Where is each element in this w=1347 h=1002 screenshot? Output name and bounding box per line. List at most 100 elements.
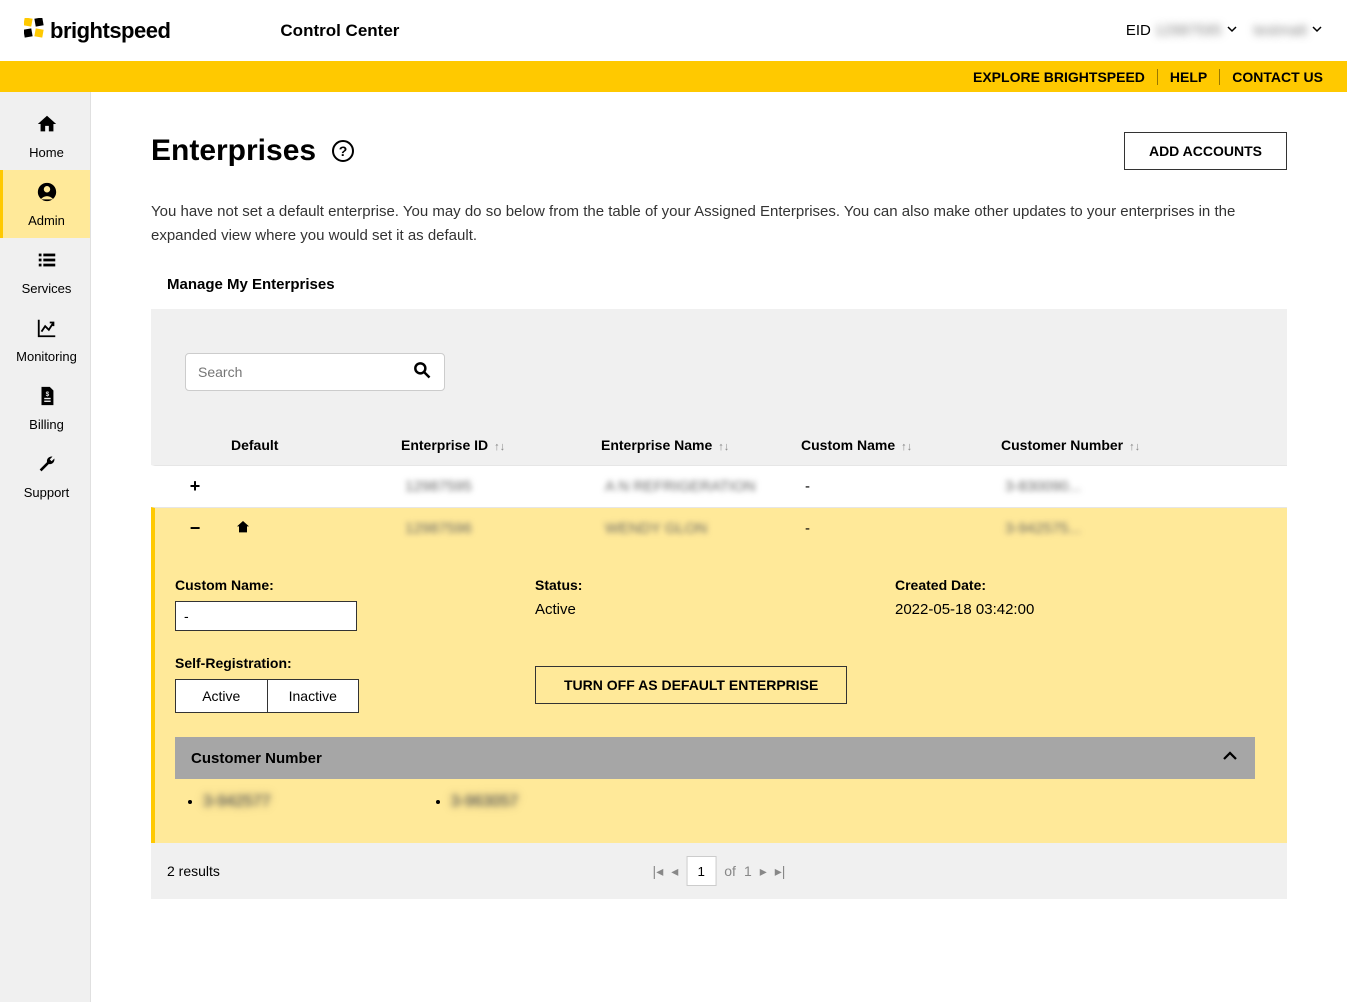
help-link[interactable]: HELP [1170, 69, 1207, 85]
column-enterprise-id[interactable]: Enterprise ID↑↓ [401, 437, 601, 453]
add-accounts-button[interactable]: ADD ACCOUNTS [1124, 132, 1287, 170]
logo-icon [24, 18, 44, 43]
top-nav-bar: EXPLORE BRIGHTSPEED HELP CONTACT US [0, 61, 1347, 92]
sidebar-item-support[interactable]: Support [0, 442, 90, 510]
cell-customer-number: 3-942575... [1005, 520, 1081, 537]
app-title: Control Center [280, 21, 399, 41]
turn-off-default-button[interactable]: TURN OFF AS DEFAULT ENTERPRISE [535, 666, 847, 704]
table-footer: 2 results |◂ ◂ of 1 ▸ ▸| [151, 843, 1287, 899]
divider [1219, 69, 1220, 85]
cell-enterprise-name: A N REFRIGERATION [605, 478, 756, 495]
sort-icon: ↑↓ [718, 441, 729, 453]
next-page-button[interactable]: ▸ [760, 863, 767, 880]
user-circle-icon [36, 181, 58, 209]
sidebar-item-monitoring[interactable]: Monitoring [0, 306, 90, 374]
created-label: Created Date: [895, 577, 1255, 593]
status-value: Active [535, 601, 855, 618]
chevron-down-icon [1226, 22, 1238, 39]
customer-number-accordion[interactable]: Customer Number [175, 737, 1255, 779]
sort-icon: ↑↓ [901, 441, 912, 453]
custom-name-label: Custom Name: [175, 577, 495, 593]
eid-dropdown[interactable]: EID 12987595 [1126, 22, 1238, 39]
default-home-icon [235, 522, 251, 539]
self-reg-label: Self-Registration: [175, 655, 495, 671]
chart-icon [36, 317, 58, 345]
page-input[interactable] [686, 856, 716, 886]
username: testmatt [1254, 22, 1307, 39]
last-page-button[interactable]: ▸| [775, 863, 786, 880]
expanded-panel: Custom Name: Self-Registration: Active I… [151, 549, 1287, 843]
brand-logo[interactable]: brightspeed [24, 18, 170, 44]
self-reg-toggle: Active Inactive [175, 679, 359, 713]
sidebar-item-admin[interactable]: Admin [0, 170, 90, 238]
total-pages: 1 [744, 863, 752, 879]
cell-enterprise-name: WENDY GLON [605, 520, 707, 537]
column-custom-name[interactable]: Custom Name↑↓ [801, 437, 1001, 453]
wrench-icon [36, 453, 58, 481]
top-header: brightspeed Control Center EID 12987595 … [0, 0, 1347, 61]
main-content: Enterprises ? ADD ACCOUNTS You have not … [91, 92, 1347, 1002]
enterprises-table: Default Enterprise ID↑↓ Enterprise Name↑… [151, 425, 1287, 899]
expand-button[interactable]: + [190, 476, 201, 496]
section-title: Manage My Enterprises [167, 276, 1287, 293]
search-input[interactable] [198, 364, 412, 380]
customer-number-item: 3-963057 [451, 793, 519, 810]
self-reg-inactive-button[interactable]: Inactive [268, 680, 359, 712]
collapse-button[interactable]: − [190, 518, 201, 538]
sidebar-item-home[interactable]: Home [0, 102, 90, 170]
pagination: |◂ ◂ of 1 ▸ ▸| [653, 856, 786, 886]
status-label: Status: [535, 577, 855, 593]
self-reg-active-button[interactable]: Active [176, 680, 268, 712]
chevron-up-icon [1221, 747, 1239, 769]
custom-name-input[interactable] [175, 601, 357, 631]
user-dropdown[interactable]: testmatt [1254, 22, 1323, 39]
brand-name: brightspeed [50, 18, 170, 44]
customer-number-item: 3-942577 [203, 793, 271, 810]
contact-link[interactable]: CONTACT US [1232, 69, 1323, 85]
column-customer-number[interactable]: Customer Number↑↓ [1001, 437, 1287, 453]
cell-enterprise-id: 12987595 [405, 478, 472, 495]
customer-number-header: Customer Number [191, 750, 322, 767]
sidebar-item-services[interactable]: Services [0, 238, 90, 306]
home-icon [36, 113, 58, 141]
cell-customer-number: 3-830090... [1005, 478, 1081, 495]
svg-text:$: $ [45, 391, 49, 398]
column-default[interactable]: Default [231, 437, 401, 453]
table-header: Default Enterprise ID↑↓ Enterprise Name↑… [151, 425, 1287, 465]
search-icon[interactable] [412, 360, 432, 385]
eid-value: 12987595 [1155, 22, 1222, 39]
cell-custom-name: - [805, 520, 810, 537]
divider [1157, 69, 1158, 85]
help-icon[interactable]: ? [332, 140, 354, 162]
page-description: You have not set a default enterprise. Y… [151, 200, 1287, 248]
sidebar-item-label: Support [24, 485, 70, 500]
eid-label: EID [1126, 22, 1151, 39]
cell-custom-name: - [805, 478, 810, 495]
sidebar-item-label: Services [22, 281, 72, 296]
prev-page-button[interactable]: ◂ [671, 863, 678, 880]
search-box[interactable] [185, 353, 445, 391]
first-page-button[interactable]: |◂ [653, 863, 664, 880]
sidebar-item-label: Monitoring [16, 349, 77, 364]
chevron-down-icon [1311, 22, 1323, 39]
results-count: 2 results [167, 863, 220, 879]
cell-enterprise-id: 12987596 [405, 520, 472, 537]
table-row: − 12987596 WENDY GLON - 3-942575... [151, 507, 1287, 549]
sort-icon: ↑↓ [494, 441, 505, 453]
sidebar-item-label: Billing [29, 417, 64, 432]
of-label: of [724, 863, 736, 879]
list-icon [36, 249, 58, 277]
invoice-icon: $ [36, 385, 58, 413]
sidebar: Home Admin Services Monitoring [0, 92, 91, 1002]
column-enterprise-name[interactable]: Enterprise Name↑↓ [601, 437, 801, 453]
created-value: 2022-05-18 03:42:00 [895, 601, 1255, 618]
customer-number-list: 3-942577 3-963057 [175, 779, 1255, 815]
explore-link[interactable]: EXPLORE BRIGHTSPEED [973, 69, 1145, 85]
sort-icon: ↑↓ [1129, 441, 1140, 453]
page-title: Enterprises [151, 134, 316, 168]
sidebar-item-billing[interactable]: $ Billing [0, 374, 90, 442]
sidebar-item-label: Admin [28, 213, 65, 228]
table-row: + 12987595 A N REFRIGERATION - 3-830090.… [151, 465, 1287, 507]
enterprises-card: Default Enterprise ID↑↓ Enterprise Name↑… [151, 309, 1287, 899]
sidebar-item-label: Home [29, 145, 64, 160]
